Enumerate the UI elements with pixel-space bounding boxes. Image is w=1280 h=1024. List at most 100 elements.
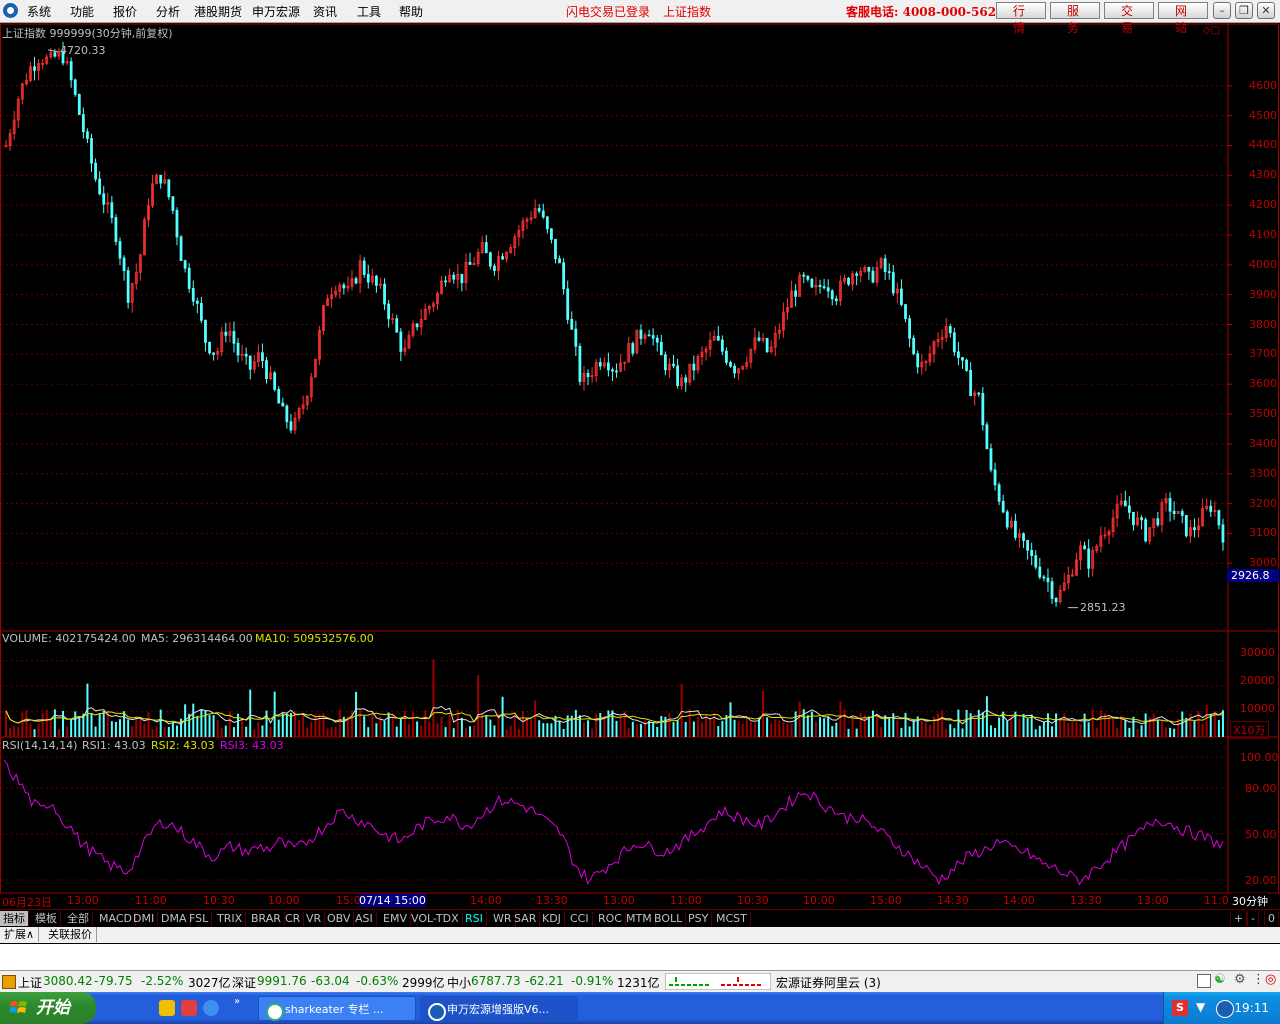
candle-body: [570, 319, 574, 330]
indicator-tabbar: 指标 模板 全部 MACD DMI DMA FSL TRIX BRAR CR VR OBV ASI EMV…: [0, 909, 1280, 927]
volume-bar: [131, 725, 134, 737]
quote-button[interactable]: 行 情: [996, 2, 1046, 35]
tab-brar[interactable]: BRAR: [248, 911, 285, 926]
candle-body: [977, 392, 981, 395]
tab-emv[interactable]: EMV: [380, 911, 411, 926]
lock-icon[interactable]: ⋮: [1252, 972, 1265, 987]
trade-button[interactable]: 交 易: [1104, 2, 1154, 35]
volume-bar: [407, 723, 410, 737]
menu-help[interactable]: 帮助: [399, 3, 423, 20]
candle-body: [285, 405, 289, 423]
chart-area[interactable]: [0, 23, 1280, 909]
status-menu-icon[interactable]: [2, 975, 16, 989]
candle-body: [110, 202, 114, 219]
tab-trix[interactable]: TRIX: [214, 911, 247, 926]
tab-指标[interactable]: 指标: [0, 911, 29, 926]
app-logo-icon[interactable]: [3, 3, 18, 18]
broker-server[interactable]: 宏源证券阿里云 (3): [776, 974, 881, 991]
tab-vr[interactable]: VR: [303, 911, 326, 926]
volume-bar: [224, 725, 227, 737]
menu-function[interactable]: 功能: [70, 3, 94, 20]
tab-boll[interactable]: BOLL: [651, 911, 687, 926]
zoom-in-button[interactable]: +: [1230, 911, 1248, 926]
candle-body: [655, 337, 659, 343]
menu-hk-futures[interactable]: 港股期货: [194, 3, 242, 20]
candle-body: [912, 337, 916, 355]
website-button[interactable]: 网 站: [1158, 2, 1208, 35]
volume-bar: [74, 711, 77, 737]
menu-swhy[interactable]: 申万宏源: [252, 3, 300, 20]
volume-bar: [1169, 727, 1172, 737]
candle-body: [460, 273, 464, 284]
clock[interactable]: 19:11: [1234, 1001, 1269, 1015]
tab-asi[interactable]: ASI: [352, 911, 377, 926]
minimize-icon[interactable]: –: [1213, 2, 1231, 19]
zx-change: -62.21: [525, 974, 564, 988]
menu-info[interactable]: 资讯: [313, 3, 337, 20]
tab-dmi[interactable]: DMI: [130, 911, 159, 926]
menu-tools[interactable]: 工具: [357, 3, 381, 20]
period-label[interactable]: 30分钟: [1232, 893, 1268, 909]
service-button[interactable]: 服 务: [1050, 2, 1100, 35]
alert-icon[interactable]: ◎: [1265, 972, 1276, 987]
candle-body: [1083, 545, 1086, 550]
tab-psy[interactable]: PSY: [685, 911, 713, 926]
volume-bar: [489, 719, 492, 737]
tab-sar[interactable]: SAR: [511, 911, 541, 926]
tab-cr[interactable]: CR: [282, 911, 305, 926]
volume-icon[interactable]: ▼: [1196, 1000, 1205, 1014]
volume-bar: [1087, 722, 1090, 737]
tab-vol-tdx[interactable]: VOL-TDX: [408, 911, 463, 926]
volume-bar: [1116, 728, 1119, 737]
tab-fsl[interactable]: FSL: [186, 911, 213, 926]
sogou-icon[interactable]: S: [1172, 1000, 1188, 1016]
rsi-ytick-100: 100.00: [1240, 751, 1279, 764]
volume-bar: [558, 720, 561, 737]
zx-amount: 1231亿: [617, 976, 660, 990]
menu-analysis[interactable]: 分析: [156, 3, 180, 20]
candle-body: [566, 288, 570, 320]
volume-bar: [135, 717, 138, 737]
chart-toggle-icon[interactable]: ◇□: [1203, 25, 1220, 36]
tab-全部[interactable]: 全部: [64, 911, 93, 926]
settings-icon[interactable]: ⚙: [1234, 972, 1246, 987]
zoom-out-button[interactable]: -: [1247, 911, 1259, 926]
quicklaunch-more-icon[interactable]: »: [234, 996, 240, 1007]
tab-rsi[interactable]: RSI: [462, 911, 487, 926]
main-chart-title: 上证指数 999999(30分钟,前复权): [2, 27, 173, 40]
tab-obv[interactable]: OBV: [324, 911, 355, 926]
volume-bar: [57, 728, 60, 737]
related-quote-tab[interactable]: 关联报价: [44, 927, 97, 942]
close-icon[interactable]: ✕: [1257, 2, 1275, 19]
price-ytick: 4000: [1249, 257, 1277, 271]
tab-kdj[interactable]: KDJ: [539, 911, 565, 926]
volume-bar: [41, 712, 44, 737]
candle-body: [208, 341, 211, 354]
quicklaunch-media-icon[interactable]: [181, 1000, 197, 1016]
candle-body: [1013, 520, 1017, 538]
menu-quote[interactable]: 报价: [113, 3, 137, 20]
tab-mcst[interactable]: MCST: [713, 911, 751, 926]
menu-system[interactable]: 系统: [27, 3, 51, 20]
volume-bar: [448, 714, 451, 737]
zx-pct: -0.91%: [571, 974, 614, 988]
tab-模板[interactable]: 模板: [32, 911, 61, 926]
volume-bar: [102, 710, 105, 737]
candle-body: [77, 94, 81, 115]
reset-button[interactable]: 0: [1264, 911, 1279, 926]
swhy-tray-icon[interactable]: [1216, 1000, 1234, 1018]
tab-roc[interactable]: ROC: [595, 911, 626, 926]
candle-body: [90, 138, 93, 164]
volume-bar: [334, 726, 337, 737]
quicklaunch-ie-icon[interactable]: [203, 1000, 219, 1016]
index-notice[interactable]: 上证指数: [663, 3, 711, 20]
volume-bar: [937, 713, 940, 737]
signal-icon[interactable]: ☯: [1214, 972, 1226, 987]
expand-tab[interactable]: 扩展∧: [0, 927, 40, 942]
restore-icon[interactable]: ❐: [1235, 2, 1253, 19]
quicklaunch-messenger-icon[interactable]: [159, 1000, 175, 1016]
time-axis-label: 13:00: [67, 894, 99, 907]
tab-cci[interactable]: CCI: [567, 911, 593, 926]
window-icon[interactable]: [1197, 974, 1211, 988]
candle-body: [277, 389, 281, 404]
